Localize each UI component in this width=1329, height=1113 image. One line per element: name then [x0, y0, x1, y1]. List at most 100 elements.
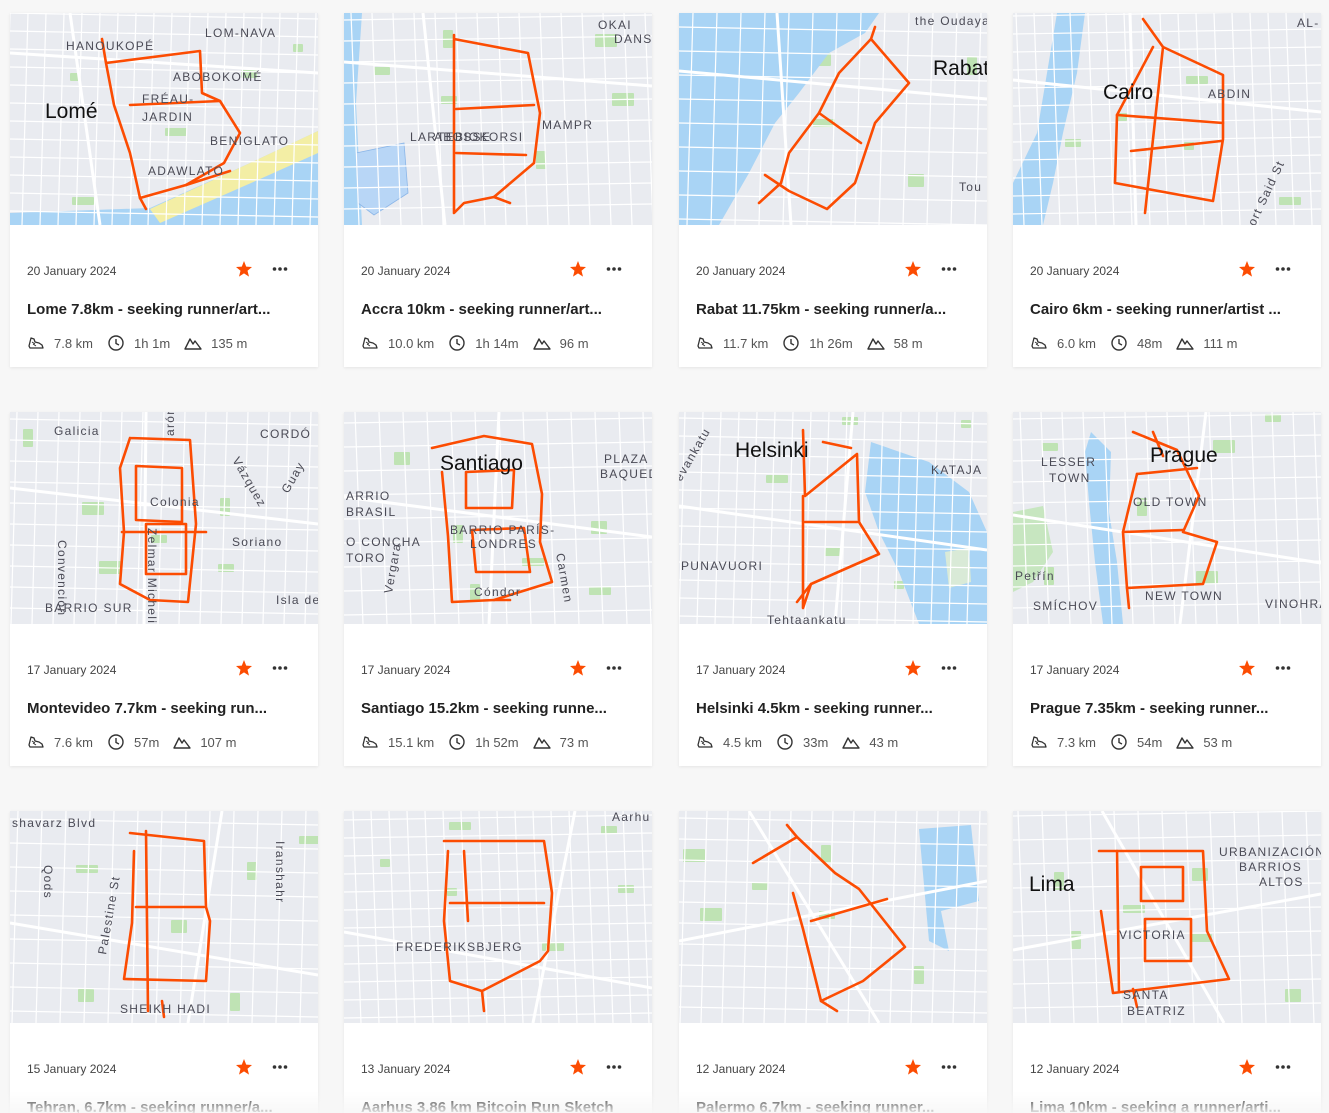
activity-title[interactable]: Aarhus 3.86 km Bitcoin Run Sketch — [361, 1099, 635, 1113]
star-icon[interactable] — [1238, 260, 1256, 278]
map-label: ALTOS — [1259, 875, 1304, 889]
map-label: TOWN — [1049, 471, 1091, 485]
distance-value: 7.8 km — [54, 335, 94, 351]
map-label: Isla de F — [276, 593, 318, 607]
more-options-icon[interactable] — [1272, 658, 1294, 678]
activity-title[interactable]: Cairo 6km - seeking runner/artist ... — [1030, 301, 1304, 318]
activity-card[interactable]: KATAJA PUNAVUORI Tehtaankatu evankatu Helsin… — [679, 412, 987, 766]
activity-info: 20 January 2024 Lome 7.8km - seeking runn… — [27, 225, 301, 367]
activity-stats: 7.3 km 54m 53 m — [1030, 733, 1246, 751]
activity-card[interactable]: FREDERIKSBJERG Aarhu 13 January 2024 Aarhus… — [344, 811, 652, 1113]
map-label: LESSER — [1041, 455, 1096, 469]
activity-card[interactable]: PLAZABAQUEDANO ARRIO BRASIL BARRIO PARÍS-LO… — [344, 412, 652, 766]
activity-title[interactable]: Tehran, 6.7km - seeking runner/a... — [27, 1099, 301, 1113]
more-options-icon[interactable] — [603, 1057, 625, 1077]
route-map[interactable]: KATAJA PUNAVUORI Tehtaankatu evankatu Helsin… — [679, 412, 987, 624]
activity-title[interactable]: Lome 7.8km - seeking runner/art... — [27, 301, 301, 318]
map-city-label: Rabat — [933, 57, 987, 80]
activity-info: 12 January 2024 Lima 10km - seeking a run… — [1030, 1023, 1304, 1113]
map-label: Galicia — [54, 424, 100, 438]
elevation-icon — [842, 737, 861, 749]
map-label: FREDERIKSBJERG — [396, 940, 523, 954]
activity-title[interactable]: Lima 10km - seeking a runner/arti... — [1030, 1099, 1304, 1113]
activity-date: 20 January 2024 — [696, 264, 786, 278]
activity-card[interactable]: ABDIN AL- Port Said St Cairo 20 January 2024… — [1013, 13, 1321, 367]
more-options-icon[interactable] — [938, 658, 960, 678]
activity-card[interactable]: the Oudayas Tou Rabat 20 January 2024 Rabat … — [679, 13, 987, 367]
activity-card[interactable]: URBANIZACIÓN BARRIOS ALTOS VICTORIA SANTA BEA… — [1013, 811, 1321, 1113]
more-options-icon[interactable] — [1272, 1057, 1294, 1077]
activity-date: 12 January 2024 — [696, 1062, 786, 1076]
route-map[interactable]: Galicia CORDÓ Colonia Soriano Convención Vázq… — [10, 412, 318, 624]
more-options-icon[interactable] — [269, 658, 291, 678]
activity-card[interactable]: 12 January 2024 Palermo 6.7km - seeking r… — [679, 811, 987, 1113]
clock-icon — [1111, 335, 1127, 351]
distance-stat: 6.0 km — [1030, 334, 1096, 352]
route-map[interactable]: ABOSSEOKAIDANSOMANLARTEBIOKORSIMAMPR — [344, 13, 652, 225]
activity-title[interactable]: Accra 10km - seeking runner/art... — [361, 301, 635, 318]
activity-card[interactable]: shavarz Blvd Qods Palestine St Iranshahr SHE… — [10, 811, 318, 1113]
route-map[interactable]: HANOUKOPÉ LOM-NAVA FRÉAU- JARDIN ABOBOKOMÉ BE… — [10, 13, 318, 225]
activity-title[interactable]: Helsinki 4.5km - seeking runner... — [696, 700, 970, 717]
map-label: KATAJA — [931, 463, 982, 477]
map-label: VICTORIA — [1119, 928, 1186, 942]
more-options-icon[interactable] — [603, 259, 625, 279]
map-label: Aarhu — [612, 811, 651, 824]
route-map[interactable]: shavarz Blvd Qods Palestine St Iranshahr SHE… — [10, 811, 318, 1023]
more-options-icon[interactable] — [938, 1057, 960, 1077]
activity-card[interactable]: LESSER TOWN OLD TOWN NEW TOWN SMÍCHOV VINOHRA… — [1013, 412, 1321, 766]
map-label: DANSOMAN — [614, 32, 652, 46]
elevation-stat: 135 m — [184, 334, 247, 352]
elevation-value: 111 m — [1203, 335, 1238, 351]
time-value: 33m — [803, 734, 829, 750]
map-label: LOM-NAVA — [205, 26, 276, 40]
activity-title[interactable]: Rabat 11.75km - seeking runner/a... — [696, 301, 970, 318]
activity-card[interactable]: ABOSSEOKAIDANSOMANLARTEBIOKORSIMAMPR20 J… — [344, 13, 652, 367]
map-label: BARRIOS — [1239, 860, 1302, 874]
star-icon[interactable] — [235, 659, 253, 677]
elevation-icon — [184, 338, 202, 350]
star-icon[interactable] — [569, 260, 587, 278]
star-icon[interactable] — [1238, 1058, 1256, 1076]
star-icon[interactable] — [235, 260, 253, 278]
elevation-icon — [532, 338, 551, 350]
route-map[interactable]: URBANIZACIÓN BARRIOS ALTOS VICTORIA SANTA BEA… — [1013, 811, 1321, 1023]
more-options-icon[interactable] — [938, 259, 960, 279]
clock-icon — [1111, 734, 1127, 750]
map-label: BRASIL — [346, 505, 397, 519]
activity-title[interactable]: Montevideo 7.7km - seeking run... — [27, 700, 301, 717]
more-options-icon[interactable] — [603, 658, 625, 678]
star-icon[interactable] — [1238, 659, 1256, 677]
route-map[interactable]: FREDERIKSBJERG Aarhu — [344, 811, 652, 1023]
map-city-label: Santiago — [440, 452, 523, 475]
star-icon[interactable] — [904, 659, 922, 677]
route-map[interactable]: ABDIN AL- Port Said St Cairo — [1013, 13, 1321, 225]
elevation-icon — [866, 338, 885, 350]
route-map[interactable]: the Oudayas Tou Rabat — [679, 13, 987, 225]
star-icon[interactable] — [235, 1058, 253, 1076]
activity-date: 17 January 2024 — [1030, 663, 1120, 677]
map-label: Petřín — [1015, 569, 1055, 583]
route-map[interactable]: LESSER TOWN OLD TOWN NEW TOWN SMÍCHOV VINOHRA… — [1013, 412, 1321, 624]
activity-card[interactable]: Galicia CORDÓ Colonia Soriano Convención Vázq… — [10, 412, 318, 766]
map-label: SANTA — [1123, 988, 1169, 1002]
more-options-icon[interactable] — [269, 1057, 291, 1077]
elevation-stat: 73 m — [532, 733, 589, 751]
star-icon[interactable] — [904, 1058, 922, 1076]
activity-info: 17 January 2024 Santiago 15.2km - seeking… — [361, 624, 635, 766]
route-map[interactable]: PLAZABAQUEDANO ARRIO BRASIL BARRIO PARÍS-LO… — [344, 412, 652, 624]
elevation-stat: 43 m — [842, 733, 898, 751]
activity-info: 12 January 2024 Palermo 6.7km - seeking r… — [696, 1023, 970, 1113]
star-icon[interactable] — [904, 260, 922, 278]
activity-title[interactable]: Palermo 6.7km - seeking runner... — [696, 1099, 970, 1113]
star-icon[interactable] — [569, 659, 587, 677]
activity-title[interactable]: Santiago 15.2km - seeking runne... — [361, 700, 635, 717]
map-city-label: Cairo — [1103, 81, 1153, 104]
star-icon[interactable] — [569, 1058, 587, 1076]
more-options-icon[interactable] — [1272, 259, 1294, 279]
map-label: ABOBOKOMÉ — [173, 69, 263, 84]
activity-card[interactable]: HANOUKOPÉ LOM-NAVA FRÉAU- JARDIN ABOBOKOMÉ BE… — [10, 13, 318, 367]
route-map[interactable] — [679, 811, 987, 1023]
activity-title[interactable]: Prague 7.35km - seeking runner... — [1030, 700, 1304, 717]
more-options-icon[interactable] — [269, 259, 291, 279]
